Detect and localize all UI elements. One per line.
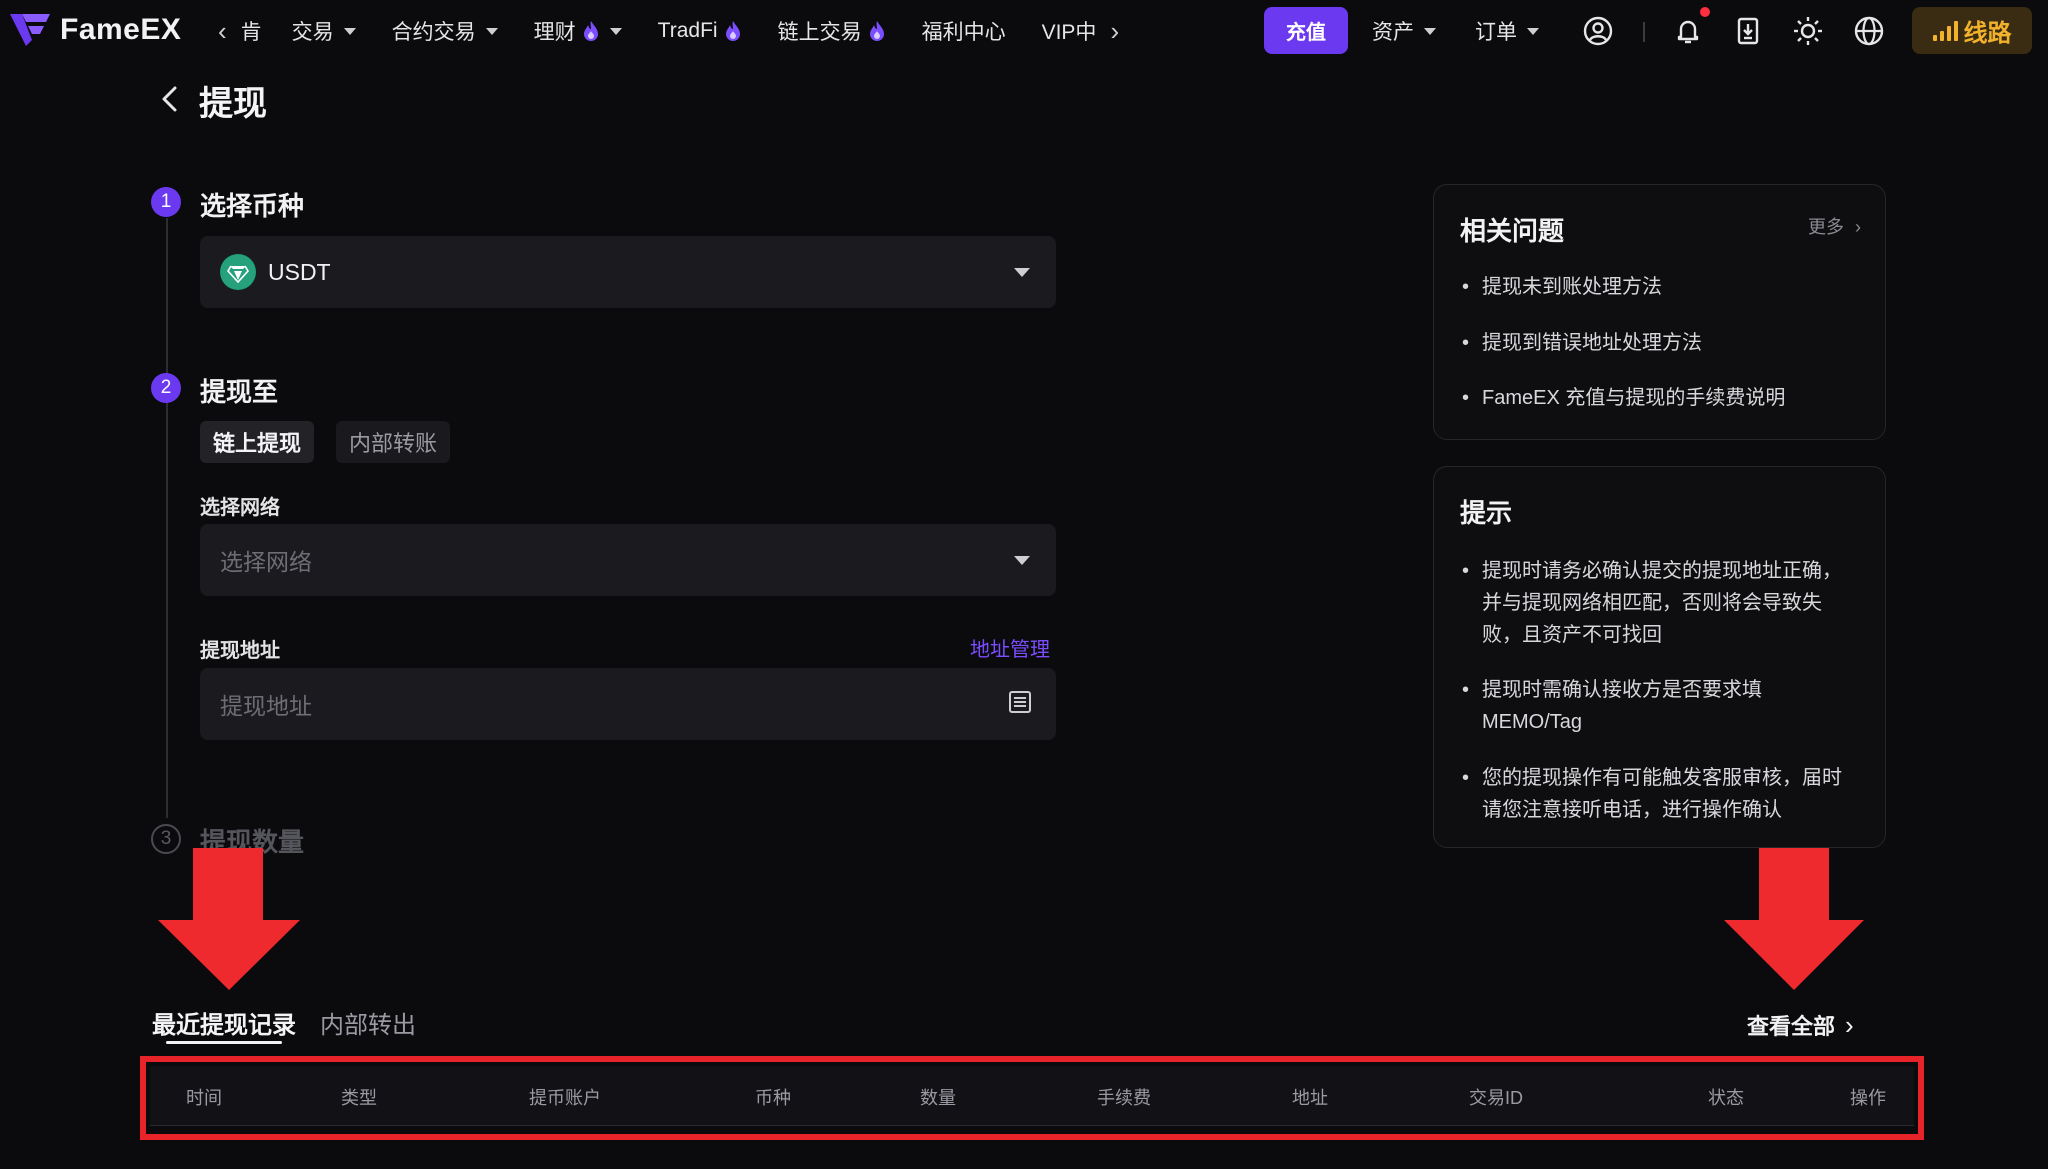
chevron-right-icon: ›: [1845, 1009, 1854, 1040]
coin-select[interactable]: USDT: [200, 236, 1056, 308]
assets-menu[interactable]: 资产: [1372, 0, 1436, 62]
tab-recent-withdrawals[interactable]: 最近提现记录: [152, 1005, 296, 1040]
page-title: 提现: [199, 85, 267, 123]
nav-scroll-left-icon[interactable]: ‹: [218, 16, 227, 47]
caret-down-icon: [1527, 27, 1539, 35]
nav-item-futures[interactable]: 合约交易: [392, 16, 498, 46]
address-management-link[interactable]: 地址管理: [970, 633, 1050, 662]
faq-item[interactable]: 提现未到账处理方法: [1460, 271, 1860, 303]
brand-logo[interactable]: FameEX: [8, 10, 181, 50]
user-account-icon[interactable]: [1581, 14, 1615, 48]
back-arrow-icon[interactable]: [156, 84, 186, 114]
main-nav: ‹ 肯 交易 合约交易 理财 TradFi 链上交易 福利中心 VIP中 ›: [218, 0, 1119, 62]
faq-panel: 相关问题 更多 › 提现未到账处理方法 提现到错误地址处理方法 FameEX 充…: [1433, 184, 1886, 440]
annotation-highlight-box: [140, 1056, 1924, 1140]
nav-item-label: TradFi: [657, 19, 718, 42]
nav-item-rewards[interactable]: 福利中心: [922, 16, 1006, 46]
tip-item: 提现时需确认接收方是否要求填MEMO/Tag: [1460, 674, 1800, 738]
tab-onchain-withdraw[interactable]: 链上提现: [200, 421, 315, 463]
nav-divider: [1643, 22, 1645, 42]
annotation-arrow-left: [158, 848, 300, 990]
faq-item[interactable]: FameEX 充值与提现的手续费说明: [1460, 382, 1860, 414]
hot-flame-icon: [725, 21, 740, 41]
annotation-arrow-right: [1724, 848, 1864, 990]
tip-item: 您的提现操作有可能触发客服审核，届时请您注意接听电话，进行操作确认: [1460, 762, 1860, 826]
network-field-label: 选择网络: [200, 497, 280, 519]
faq-more-link[interactable]: 更多 ›: [1808, 213, 1861, 239]
theme-toggle-sun-icon[interactable]: [1791, 14, 1825, 48]
nav-item-tradfi[interactable]: TradFi: [658, 19, 742, 43]
signal-bars-icon: [1932, 20, 1958, 41]
caret-down-icon: [1014, 268, 1030, 277]
tips-panel: 提示 提现时请务必确认提交的提现地址正确，并与提现网络相匹配，否则将会导致失败，…: [1433, 466, 1886, 848]
language-globe-icon[interactable]: [1852, 14, 1886, 48]
selected-coin-label: USDT: [268, 258, 331, 285]
nav-item-vip[interactable]: VIP中: [1042, 16, 1097, 46]
tip-item: 提现时请务必确认提交的提现地址正确，并与提现网络相匹配，否则将会导致失败，且资产…: [1460, 555, 1860, 651]
hot-flame-icon: [869, 21, 884, 41]
step-1-title: 选择币种: [200, 191, 305, 221]
tab-internal-out[interactable]: 内部转出: [320, 1005, 416, 1040]
nav-item-label: VIP中: [1041, 21, 1097, 44]
top-navigation-bar: FameEX ‹ 肯 交易 合约交易 理财 TradFi 链上交易 福利中心 V…: [0, 0, 2048, 62]
address-placeholder: 提现地址: [220, 693, 312, 719]
fameex-logo-icon: [10, 14, 50, 46]
nav-scroll-right-icon[interactable]: ›: [1110, 16, 1119, 47]
route-label: 线路: [1963, 20, 2012, 47]
tab-internal-transfer[interactable]: 内部转账: [336, 421, 451, 463]
nav-item-label: 链上交易: [777, 21, 862, 44]
faq-more-label: 更多: [1807, 217, 1844, 237]
tips-title: 提示: [1460, 498, 1513, 528]
caret-down-icon: [343, 27, 356, 35]
nav-item-label: 交易: [291, 21, 334, 44]
address-input[interactable]: 提现地址: [200, 668, 1056, 740]
assets-label: 资产: [1372, 21, 1414, 44]
notification-dot: [1700, 7, 1710, 17]
hot-flame-icon: [583, 21, 598, 41]
address-field-label: 提现地址: [200, 640, 280, 662]
caret-down-icon: [485, 27, 498, 35]
brand-name: FameEX: [60, 13, 182, 46]
address-book-icon[interactable]: [1006, 688, 1034, 716]
view-all-link[interactable]: 查看全部 ›: [1747, 1009, 1854, 1041]
step-2-badge: 2: [151, 373, 181, 403]
download-app-icon[interactable]: [1731, 14, 1765, 48]
active-tab-underline: [166, 1041, 282, 1044]
faq-title: 相关问题: [1460, 216, 1565, 246]
notification-bell-icon[interactable]: [1671, 14, 1705, 48]
caret-down-icon: [1424, 27, 1436, 35]
step-connector-line: [166, 218, 168, 818]
step-2-title: 提现至: [200, 377, 279, 407]
faq-item[interactable]: 提现到错误地址处理方法: [1460, 327, 1860, 359]
nav-item-trade[interactable]: 交易: [292, 16, 356, 46]
chevron-right-icon: ›: [1855, 217, 1861, 237]
caret-down-icon: [609, 27, 622, 35]
usdt-coin-icon: [220, 254, 256, 290]
caret-down-icon: [1014, 556, 1030, 565]
orders-menu[interactable]: 订单: [1475, 0, 1539, 62]
nav-item-label: 福利中心: [921, 21, 1006, 44]
withdraw-method-tabs: 链上提现 内部转账: [200, 421, 451, 463]
deposit-button[interactable]: 充值: [1264, 7, 1348, 54]
network-select[interactable]: 选择网络: [200, 524, 1056, 596]
step-1-badge: 1: [151, 187, 181, 217]
route-selector-button[interactable]: 线路: [1912, 7, 2032, 54]
network-placeholder: 选择网络: [220, 549, 312, 575]
nav-item-earn[interactable]: 理财: [534, 16, 622, 46]
orders-label: 订单: [1475, 21, 1517, 44]
view-all-label: 查看全部: [1747, 1014, 1836, 1039]
nav-item-label: 理财: [533, 21, 576, 44]
nav-item-onchain[interactable]: 链上交易: [778, 16, 886, 46]
nav-item-label: 合约交易: [391, 21, 476, 44]
nav-item-partial[interactable]: 肯: [241, 16, 262, 46]
